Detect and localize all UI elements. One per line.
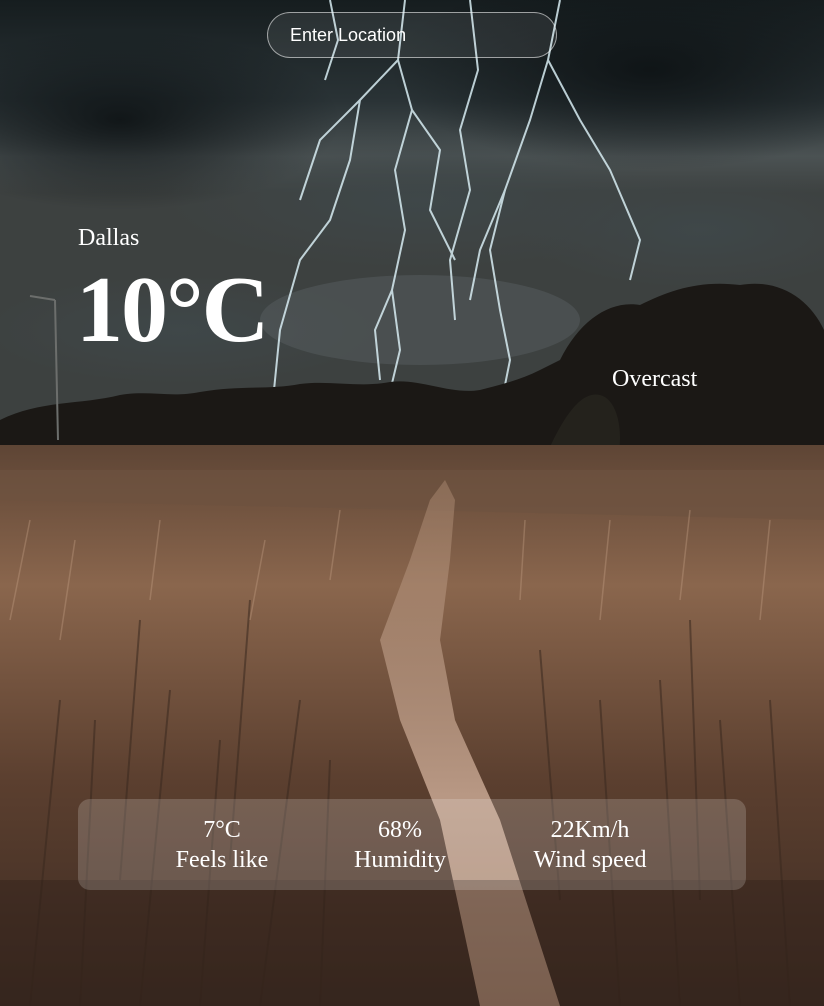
weather-stats-card: 7°C Feels like 68% Humidity 22Km/h Wind … <box>78 799 746 890</box>
humidity-label: Humidity <box>353 847 446 873</box>
location-search-input[interactable] <box>267 12 557 58</box>
feels-like-stat: 7°C Feels like <box>162 815 282 875</box>
feels-like-label: Feels like <box>175 847 269 873</box>
feels-like-value: 7°C <box>203 817 241 843</box>
wind-speed-value: 22Km/h <box>550 817 630 843</box>
location-name: Dallas <box>78 225 140 251</box>
humidity-stat: 68% Humidity <box>340 815 460 875</box>
weather-condition: Overcast <box>612 366 698 392</box>
humidity-value: 68% <box>378 817 422 843</box>
current-temperature: 10°C <box>76 258 269 362</box>
wind-speed-stat: 22Km/h Wind speed <box>523 815 657 875</box>
search-bar <box>267 12 557 58</box>
wind-speed-label: Wind speed <box>533 847 647 873</box>
